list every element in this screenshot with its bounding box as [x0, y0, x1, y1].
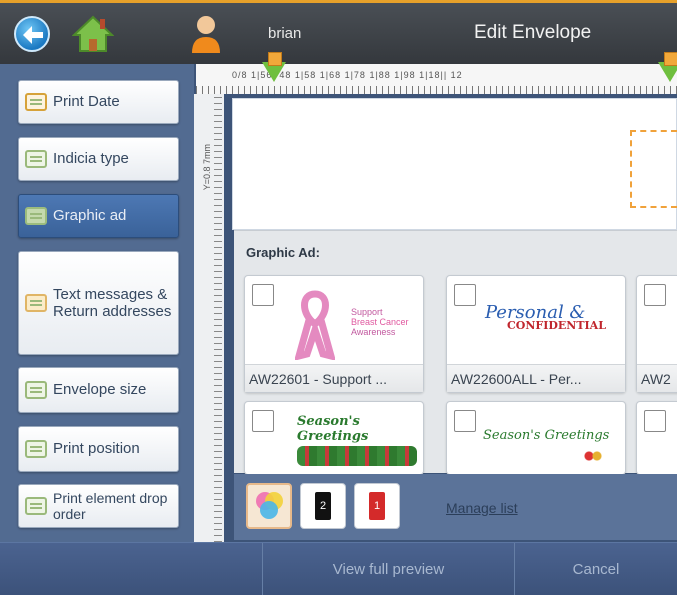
sidebar-item-text-messages[interactable]: Text messages & Return addresses	[18, 251, 179, 355]
sidebar-item-indicia-type[interactable]: Indicia type	[18, 137, 179, 181]
color-circles-icon	[256, 492, 283, 519]
graphic-checkbox[interactable]	[644, 284, 666, 306]
graphic-card[interactable]: AW2	[636, 275, 677, 393]
sidebar-item-label: Graphic ad	[53, 207, 127, 225]
sidebar-item-label: Text messages & Return addresses	[53, 285, 172, 320]
sidebar-item-drop-order[interactable]: Print element drop order	[18, 484, 179, 528]
graphic-icon	[25, 207, 47, 225]
support-art-text: Support Breast Cancer Awareness	[351, 307, 409, 337]
envelope-preview[interactable]	[232, 98, 677, 230]
envelope-icon	[25, 381, 47, 399]
color-filter-button[interactable]	[246, 483, 292, 529]
ornament-lights-art	[577, 446, 617, 466]
user-avatar-icon[interactable]	[190, 13, 222, 55]
holly-garland-art	[297, 446, 417, 466]
graphic-checkbox[interactable]	[252, 284, 274, 306]
ruler-vertical[interactable]: Y=0.8 7mm	[194, 94, 224, 542]
seasons-greetings-art: Season's Greetings	[483, 428, 610, 443]
black-ink-icon: 2	[315, 492, 331, 520]
position-icon	[25, 440, 47, 458]
pink-ribbon-art	[294, 290, 336, 365]
text-icon	[25, 294, 47, 312]
personal-art-text: Personal & CONFIDENTIAL	[485, 302, 606, 332]
view-full-preview-button[interactable]: View full preview	[262, 543, 514, 595]
page-title: Edit Envelope	[474, 22, 592, 43]
graphic-card[interactable]: Season's Greetings	[446, 401, 626, 475]
manage-list-link[interactable]: Manage list	[446, 500, 518, 516]
indicia-icon	[25, 150, 47, 168]
order-icon	[25, 497, 47, 515]
seasons-greetings-art: Season's Greetings	[297, 414, 369, 444]
back-arrow-icon	[23, 26, 43, 44]
ruler-left-text: Y=0.8 7mm	[202, 144, 212, 191]
left-margin-marker[interactable]	[262, 52, 286, 82]
graphic-placement-box[interactable]	[630, 130, 677, 208]
graphic-ad-panel: Graphic Ad: Support Breast Cancer Awaren…	[234, 230, 677, 475]
sidebar-item-graphic-ad[interactable]: Graphic ad	[18, 194, 179, 238]
sidebar-item-label: Envelope size	[53, 381, 147, 399]
graphic-card-caption: AW22600ALL - Per...	[447, 364, 625, 392]
username-label: brian	[268, 25, 302, 42]
sidebar-item-envelope-size[interactable]: Envelope size	[18, 367, 179, 413]
pink-ribbon-icon	[294, 290, 336, 361]
footer-spacer	[0, 543, 262, 595]
red-ink-icon: 1	[369, 492, 385, 520]
graphic-card[interactable]: Personal & CONFIDENTIAL AW22600ALL - Per…	[446, 275, 626, 393]
red-ink-button[interactable]: 1	[354, 483, 400, 529]
home-icon	[71, 15, 115, 52]
sidebar-item-print-date[interactable]: Print Date	[18, 80, 179, 124]
graphic-ad-toolbar: 2 1 Manage list	[234, 474, 677, 540]
sidebar-item-print-position[interactable]: Print position	[18, 426, 179, 472]
calendar-icon	[25, 93, 47, 111]
top-bar: brian Edit Envelope	[0, 0, 677, 64]
sidebar-item-label: Print element drop order	[53, 489, 168, 522]
cancel-button[interactable]: Cancel	[514, 543, 677, 595]
graphic-card[interactable]: Support Breast Cancer Awareness AW22601 …	[244, 275, 424, 393]
right-margin-marker[interactable]	[658, 52, 677, 82]
graphic-card-caption: AW22601 - Support ...	[245, 364, 423, 392]
back-button[interactable]	[14, 16, 50, 52]
graphic-checkbox[interactable]	[454, 410, 476, 432]
graphic-checkbox[interactable]	[644, 410, 666, 432]
graphic-card[interactable]	[636, 401, 677, 475]
graphic-card[interactable]: Season's Greetings	[244, 401, 424, 475]
home-button[interactable]	[71, 13, 115, 55]
footer-bar: View full preview Cancel	[0, 542, 677, 595]
graphic-checkbox[interactable]	[454, 284, 476, 306]
black-ink-button[interactable]: 2	[300, 483, 346, 529]
graphic-ad-title: Graphic Ad:	[246, 245, 320, 260]
sidebar-item-label: Indicia type	[53, 150, 129, 168]
sidebar-item-label: Print Date	[53, 93, 120, 111]
graphic-checkbox[interactable]	[252, 410, 274, 432]
sidebar-item-label: Print position	[53, 440, 140, 458]
graphic-card-caption: AW2	[637, 364, 677, 392]
